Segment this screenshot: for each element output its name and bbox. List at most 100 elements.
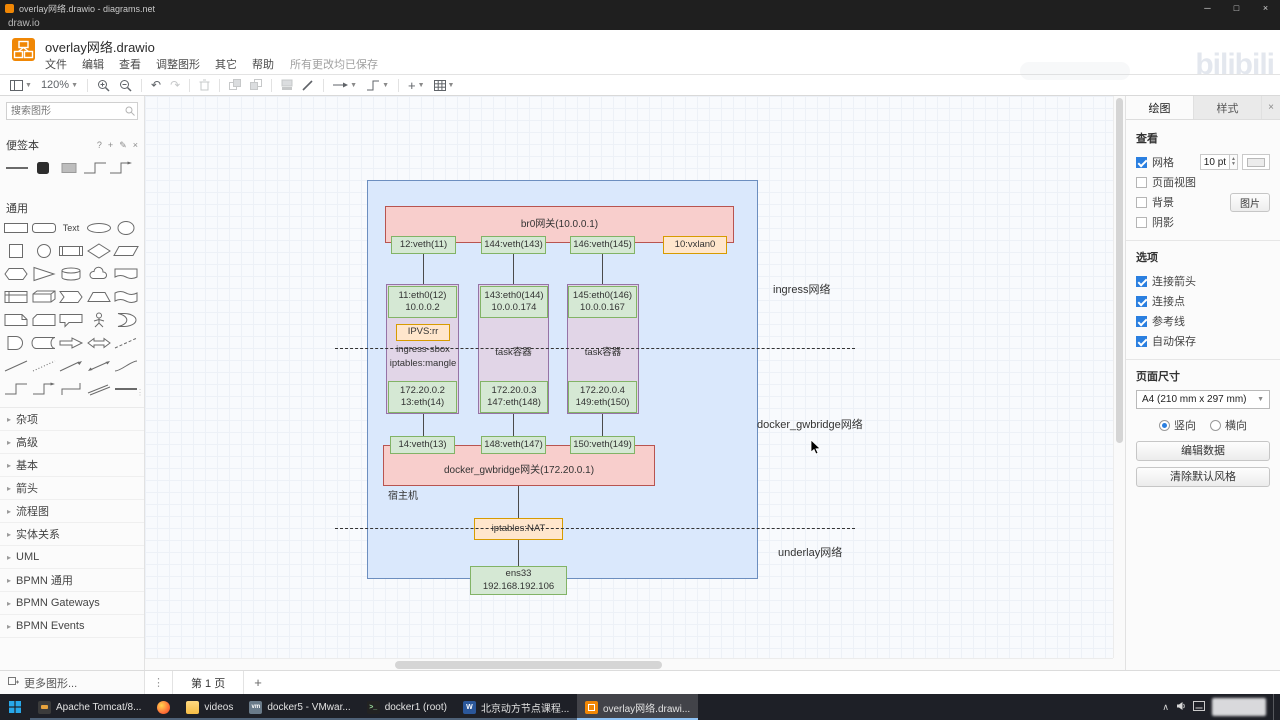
connector-line[interactable] (518, 486, 519, 518)
scratchpad-help-icon[interactable]: ? (97, 140, 102, 151)
add-page-button[interactable]: + (244, 671, 272, 694)
portrait-radio[interactable] (1159, 419, 1170, 431)
checkbox-参考线[interactable] (1136, 315, 1147, 327)
pages-menu-handle[interactable]: ⋮ (145, 671, 172, 694)
redo-button[interactable]: ↷ (170, 79, 180, 91)
shape-square-icon[interactable] (3, 241, 29, 261)
waypoint-style-button[interactable]: ▼ (366, 80, 389, 91)
connector-line[interactable] (518, 540, 519, 566)
search-shapes-input[interactable] (6, 102, 138, 120)
view-panels-button[interactable]: ▼ (10, 79, 32, 91)
shape-elbow-connector-icon[interactable] (3, 379, 29, 399)
shape-diamond-icon[interactable] (86, 241, 112, 261)
scratchpad-close-icon[interactable]: × (133, 140, 138, 151)
menu-查看[interactable]: 查看 (119, 56, 141, 72)
grid-color-button[interactable] (1242, 154, 1270, 170)
shape-vertical-elbow-icon[interactable] (58, 379, 84, 399)
drawio-menu[interactable]: draw.io (8, 18, 40, 29)
connector-line[interactable] (513, 413, 514, 436)
maximize-button[interactable]: □ (1222, 0, 1251, 16)
page-tab-1[interactable]: 第 1 页 (172, 671, 245, 694)
zoom-dropdown[interactable]: 120% ▼ (41, 79, 78, 91)
veth-node[interactable]: 144:veth(143) (481, 236, 546, 254)
shape-actor-icon[interactable] (86, 310, 112, 330)
shape-cloud-icon[interactable] (86, 264, 112, 284)
scratchpad-black-rounded-square-icon[interactable] (30, 158, 56, 178)
sidebar-section-BPMN Events[interactable]: ▸ BPMN Events (0, 615, 144, 638)
drawing-canvas[interactable]: br0网关(10.0.0.1) 12:veth(11) 144:veth(143… (145, 96, 1125, 670)
sidebar-section-UML[interactable]: ▸ UML (0, 546, 144, 569)
taskbar-item-videos[interactable]: videos (178, 694, 241, 720)
delete-button[interactable] (199, 79, 210, 91)
shape-link-icon[interactable] (86, 379, 112, 399)
shape-data-storage-icon[interactable] (31, 333, 57, 353)
container-ip-node[interactable]: 172.20.0.3 147:eth(148) (480, 381, 548, 413)
grid-size-input[interactable]: 10 pt (1199, 154, 1231, 170)
taskbar-item-北京动方节点课程...[interactable]: W 北京动方节点课程... (455, 694, 577, 720)
shape-bidirectional-arrow-icon[interactable] (86, 333, 112, 353)
menu-其它[interactable]: 其它 (215, 56, 237, 72)
shape-callout-icon[interactable] (58, 310, 84, 330)
shape-line-arrow-icon[interactable] (58, 356, 84, 376)
sidebar-section-基本[interactable]: ▸ 基本 (0, 454, 144, 477)
shape-card-icon[interactable] (31, 310, 57, 330)
taskbar-item-firefox[interactable] (149, 694, 178, 720)
scratchpad-edit-icon[interactable]: ✎ (119, 140, 127, 151)
shape-process-icon[interactable] (58, 241, 84, 261)
network-boundary-line[interactable] (335, 528, 855, 529)
veth-node[interactable]: 146:veth(145) (570, 236, 635, 254)
shape-document-icon[interactable] (113, 264, 139, 284)
checkbox-连接箭头[interactable] (1136, 275, 1147, 287)
checkbox-连接点[interactable] (1136, 295, 1147, 307)
edit-data-button[interactable]: 编辑数据 (1136, 441, 1270, 461)
sidebar-section-BPMN 通用[interactable]: ▸ BPMN 通用 (0, 569, 144, 592)
taskbar-item-Apache Tomcat/8...[interactable]: Apache Tomcat/8... (30, 694, 149, 720)
veth-node[interactable]: 150:veth(149) (570, 436, 635, 454)
eth0-node[interactable]: 11:eth0(12) 10.0.0.2 (388, 286, 457, 318)
sidebar-section-箭头[interactable]: ▸ 箭头 (0, 477, 144, 500)
menu-文件[interactable]: 文件 (45, 56, 67, 72)
taskbar-item-docker5 - VMwar...[interactable]: vm docker5 - VMwar... (241, 694, 358, 720)
general-section-title[interactable]: 通用 (0, 196, 144, 218)
taskbar-item-overlay网络.drawi...[interactable]: overlay网络.drawi... (576, 694, 699, 720)
undo-button[interactable]: ↶ (151, 79, 161, 91)
connector-line[interactable] (423, 413, 424, 436)
show-desktop-button[interactable] (1273, 694, 1277, 720)
connector-line[interactable] (602, 254, 603, 286)
shape-ellipse-wide-icon[interactable] (86, 218, 112, 238)
landscape-radio[interactable] (1210, 419, 1221, 431)
shape-triangle-icon[interactable] (31, 264, 57, 284)
sidebar-section-流程图[interactable]: ▸ 流程图 (0, 500, 144, 523)
grid-size-stepper[interactable]: ▲ ▼ (1230, 154, 1238, 170)
container-ip-node[interactable]: 172.20.0.2 13:eth(14) (388, 381, 457, 413)
start-button[interactable] (0, 694, 30, 720)
sidebar-section-杂项[interactable]: ▸ 杂项 (0, 408, 144, 431)
iptables-nat-node[interactable]: iptables:NAT (474, 518, 563, 540)
shape-rectangle-icon[interactable] (3, 218, 29, 238)
background-checkbox[interactable] (1136, 196, 1147, 208)
volume-icon[interactable] (1176, 698, 1186, 716)
container-ip-node[interactable]: 172.20.0.4 149:eth(150) (568, 381, 637, 413)
scratchpad-gray-blob-icon[interactable] (56, 158, 82, 178)
vertical-scrollbar[interactable] (1113, 96, 1125, 658)
pen-style-button[interactable] (302, 79, 314, 91)
background-image-button[interactable]: 图片 (1230, 192, 1270, 212)
grid-checkbox[interactable] (1136, 156, 1147, 168)
vxlan-node[interactable]: 10:vxlan0 (663, 236, 727, 254)
connector-line[interactable] (423, 254, 424, 286)
shadow-checkbox[interactable] (1136, 216, 1147, 228)
shape-text-icon[interactable]: Text (58, 218, 84, 238)
paper-size-select[interactable]: A4 (210 mm x 297 mm) ▼ (1136, 390, 1270, 409)
sidebar-resize-handle[interactable]: ⋮ (136, 388, 144, 397)
vertical-scrollbar-thumb[interactable] (1116, 98, 1123, 443)
fill-color-button[interactable] (281, 79, 293, 91)
menu-编辑[interactable]: 编辑 (82, 56, 104, 72)
connection-arrow-style-button[interactable]: ▼ (333, 80, 357, 90)
close-button[interactable]: × (1251, 0, 1280, 16)
menu-调整图形[interactable]: 调整图形 (156, 56, 200, 72)
more-shapes-button[interactable]: 更多图形... (0, 671, 145, 694)
shape-circle-icon[interactable] (31, 241, 57, 261)
scratchpad-horizontal-line-icon[interactable] (4, 158, 30, 178)
input-language-icon[interactable] (1193, 698, 1205, 716)
tab-style[interactable]: 样式 (1194, 96, 1262, 119)
